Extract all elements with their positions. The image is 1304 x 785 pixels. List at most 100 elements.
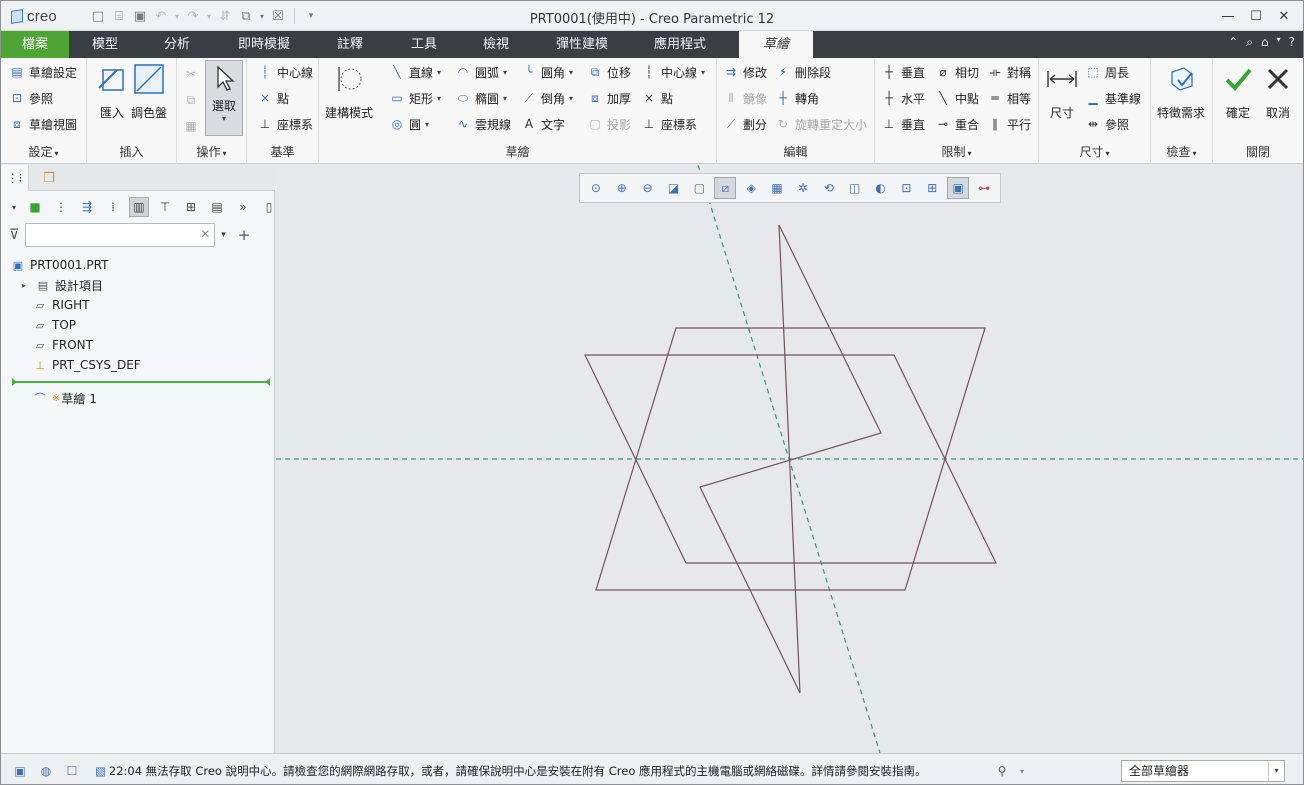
cancel-button[interactable]: 取消	[1261, 62, 1295, 121]
insert-here-marker[interactable]	[12, 378, 270, 386]
help-icon[interactable]: ?	[1289, 35, 1295, 50]
tab-applications[interactable]: 應用程式	[639, 31, 721, 58]
columns-icon[interactable]: ▥	[129, 197, 149, 217]
show-icon[interactable]: ⊞	[181, 197, 201, 217]
details-icon[interactable]: ▤	[207, 197, 227, 217]
customize-toolbar-icon[interactable]: ▾	[302, 7, 320, 25]
text-button[interactable]: A 文字	[521, 114, 565, 134]
tab-flexible-modeling[interactable]: 彈性建模	[541, 31, 623, 58]
delete-segment-button[interactable]: ⚡ 刪除段	[775, 62, 831, 82]
sketch-centerline-button[interactable]: ┆ 中心線 ▾	[641, 62, 705, 82]
tree-settings-icon[interactable]: ⁞	[103, 197, 123, 217]
zoom-out-icon[interactable]: ⊖	[637, 177, 659, 199]
expand-tree-icon[interactable]: ⇶	[77, 197, 97, 217]
saved-orientations-icon[interactable]: ◈	[740, 177, 762, 199]
model-tree-tab[interactable]: ⋮⁝	[1, 165, 29, 191]
chamfer-button[interactable]: ⟋ 倒角 ▾	[521, 88, 573, 108]
refit-icon[interactable]: ⊙	[585, 177, 607, 199]
tree-node-csys[interactable]: ⊥ PRT_CSYS_DEF	[11, 355, 271, 375]
tree-node-sketch[interactable]: ⌒ ※ 草繪 1	[33, 388, 97, 408]
tree-options-icon[interactable]: ⋮	[51, 197, 71, 217]
tab-tools[interactable]: 工具	[395, 31, 453, 58]
midpoint-constraint-button[interactable]: ╲ 中點	[935, 88, 979, 108]
appearance-icon[interactable]: ◐	[870, 177, 892, 199]
offset-button[interactable]: ⧉ 位移	[587, 62, 631, 82]
tree-node-design-items[interactable]: ▸ ▤ 設計項目	[11, 275, 271, 295]
project-button[interactable]: ▢ 投影	[587, 114, 631, 134]
toggle-navigator-icon[interactable]: ▣	[11, 762, 29, 780]
references-button[interactable]: ⊡ 參照	[9, 88, 53, 108]
datum-display-icon[interactable]: ✲	[792, 177, 814, 199]
fullscreen-icon[interactable]: ☐	[63, 762, 81, 780]
layer-tree-tab[interactable]: ❐	[35, 165, 63, 191]
find-dropdown-icon[interactable]: ▾	[1013, 762, 1031, 780]
group-label-constrain[interactable]: 限制 ▾	[875, 143, 1038, 160]
spline-button[interactable]: ∿ 雲規線	[455, 114, 511, 134]
undo-dropdown-icon[interactable]: ▾	[173, 7, 181, 25]
sketch-orientation-icon[interactable]: ⧄	[714, 177, 737, 199]
tab-view[interactable]: 檢視	[467, 31, 525, 58]
group-label-setup[interactable]: 設定 ▾	[1, 143, 86, 160]
zoom-in-icon[interactable]: ⊕	[611, 177, 633, 199]
tangent-constraint-button[interactable]: ⌀ 相切	[935, 62, 979, 82]
palette-button[interactable]: 調色盤	[131, 62, 167, 121]
line-button[interactable]: ╲ 直線 ▾	[389, 62, 441, 82]
thicken-button[interactable]: ⧈ 加厚	[587, 88, 631, 108]
modify-button[interactable]: ⇉ 修改	[723, 62, 767, 82]
undo-icon[interactable]: ↶	[152, 7, 170, 25]
show-constraints-icon[interactable]: ▣	[947, 177, 970, 199]
maximize-icon[interactable]: ☐	[1243, 5, 1269, 27]
rotate-resize-button[interactable]: ↻ 旋轉重定大小	[775, 114, 867, 134]
circle-button[interactable]: ◎ 圓 ▾	[389, 114, 429, 134]
cut-icon[interactable]: ✂	[183, 64, 199, 84]
minimize-icon[interactable]: —	[1215, 5, 1241, 27]
tab-file[interactable]: 檔案	[1, 31, 69, 58]
mirror-button[interactable]: ⫴ 鏡像	[723, 88, 767, 108]
part-icon[interactable]: ■	[25, 197, 45, 217]
equal-constraint-button[interactable]: ═ 相等	[987, 88, 1031, 108]
fillet-button[interactable]: ╰ 圓角 ▾	[521, 62, 573, 82]
redo-icon[interactable]: ↷	[184, 7, 202, 25]
symmetric-constraint-button[interactable]: ⟛ 對稱	[987, 62, 1031, 82]
dimension-button[interactable]: 尺寸	[1045, 62, 1079, 121]
close-icon[interactable]: ✕	[1271, 5, 1297, 27]
sketch-csys-button[interactable]: ⊥ 座標系	[641, 114, 697, 134]
perimeter-button[interactable]: ⬚ 周長	[1085, 62, 1129, 82]
search-icon[interactable]: ⌕	[1246, 35, 1253, 50]
datum-centerline-button[interactable]: ┆ 中心線	[257, 62, 313, 82]
find-icon[interactable]: ⚲	[993, 762, 1011, 780]
tab-live-simulation[interactable]: 即時模擬	[223, 31, 305, 58]
arc-button[interactable]: ◠ 圓弧 ▾	[455, 62, 507, 82]
reference-dimension-button[interactable]: ⇹ 參照	[1085, 114, 1129, 134]
tab-annotate[interactable]: 註釋	[321, 31, 379, 58]
save-icon[interactable]: ▣	[131, 7, 149, 25]
feature-requirements-button[interactable]: 特徵需求	[1157, 62, 1205, 121]
repaint-icon[interactable]: ◪	[663, 177, 685, 199]
funnel-filter-icon[interactable]: ⊽	[9, 227, 19, 243]
browser-icon[interactable]: ◍	[37, 762, 55, 780]
perspective-icon[interactable]: ◫	[844, 177, 866, 199]
search-options-dropdown-icon[interactable]: ▾	[221, 230, 226, 240]
tab-model[interactable]: 模型	[75, 31, 135, 58]
tree-node-front[interactable]: ▱ FRONT	[11, 335, 271, 355]
message-log-icon[interactable]: ▧	[95, 764, 106, 778]
vertical-constraint-button[interactable]: ┼ 垂直	[881, 62, 925, 82]
display-style-icon[interactable]: ▢	[689, 177, 711, 199]
sketch-point-button[interactable]: × 點	[641, 88, 673, 108]
spin-center-icon[interactable]: ⟲	[818, 177, 840, 199]
close-window-icon[interactable]: ☒	[269, 7, 287, 25]
divide-button[interactable]: ⟋ 劃分	[723, 114, 767, 134]
display-dropdown-icon[interactable]: ▾	[9, 197, 19, 217]
group-label-dimension[interactable]: 尺寸 ▾	[1039, 143, 1150, 160]
datum-csys-button[interactable]: ⊥ 座標系	[257, 114, 313, 134]
perpendicular-constraint-button[interactable]: ⊥ 垂直	[881, 114, 925, 134]
add-filter-icon[interactable]: +	[238, 226, 251, 244]
annotation-display-icon[interactable]: ⊡	[896, 177, 918, 199]
import-button[interactable]: 匯入	[95, 62, 129, 121]
ok-button[interactable]: 確定	[1221, 62, 1255, 121]
expand-arrow-icon[interactable]: ▸	[17, 278, 31, 292]
open-file-icon[interactable]: ⌸	[110, 7, 128, 25]
view-manager-icon[interactable]: ▦	[766, 177, 788, 199]
baseline-button[interactable]: ▁ 基準線	[1085, 88, 1141, 108]
tab-sketch[interactable]: 草繪	[739, 31, 813, 59]
